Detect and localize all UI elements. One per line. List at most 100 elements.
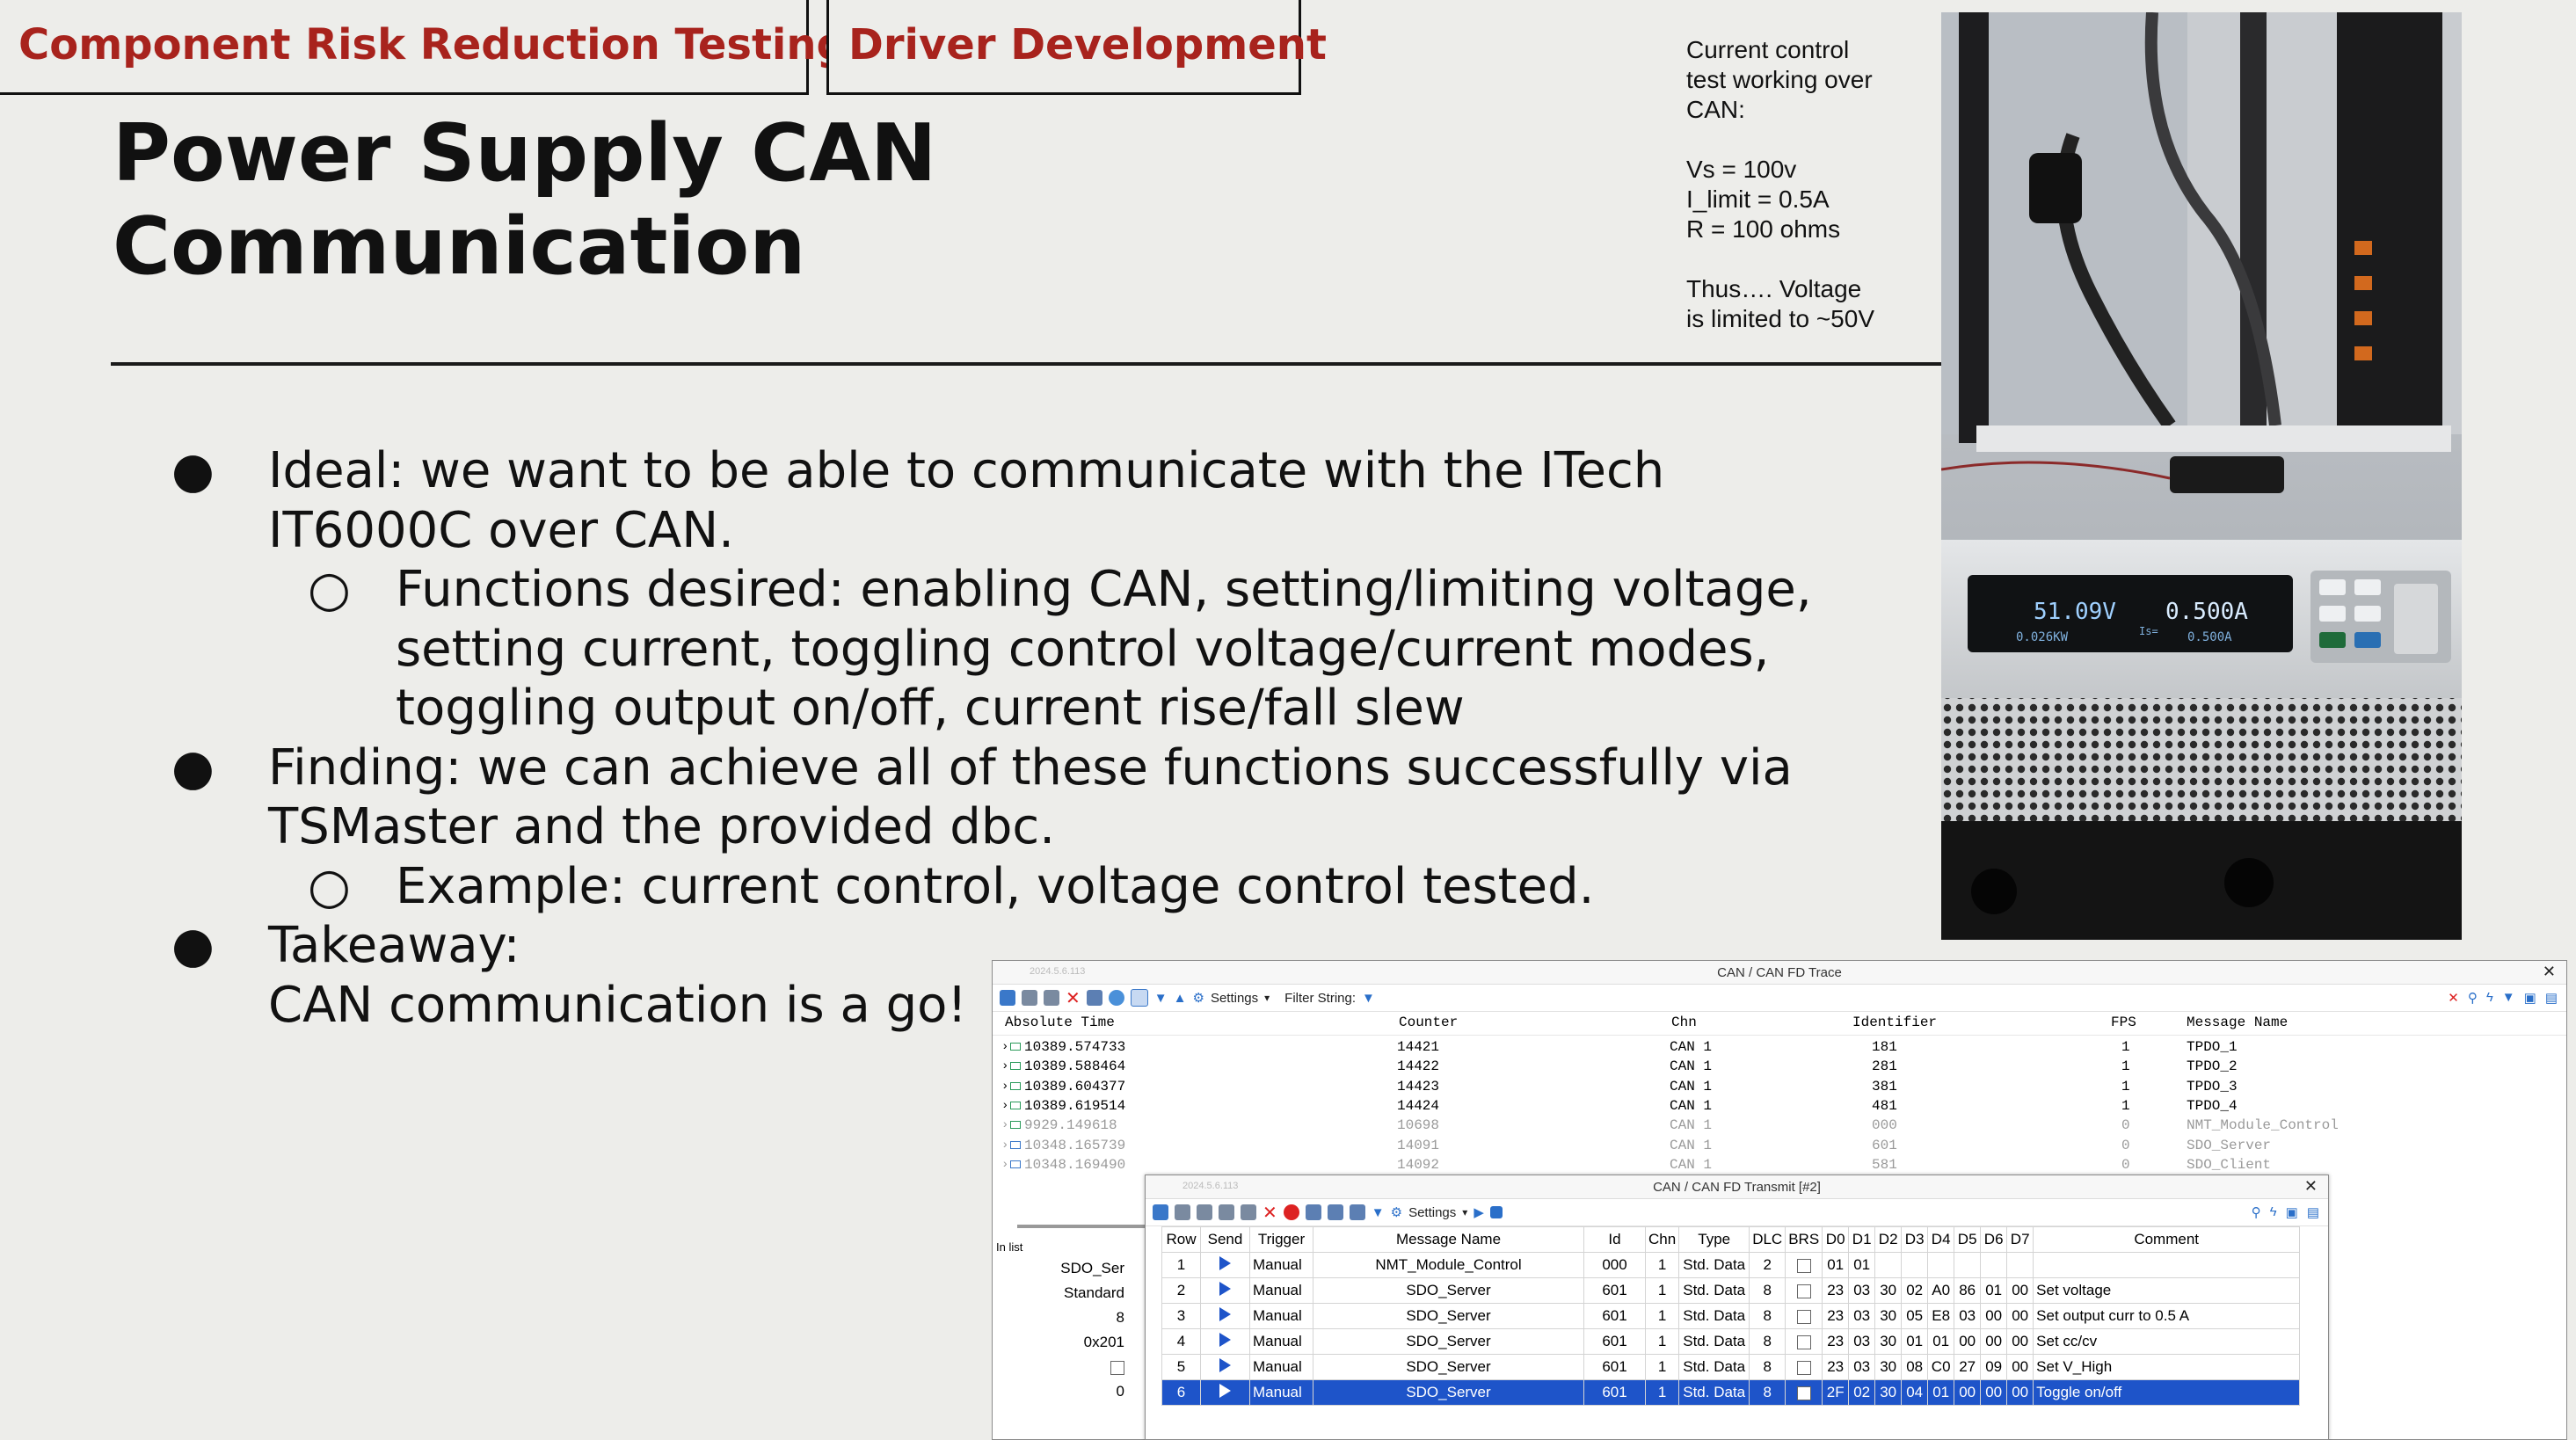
play-icon[interactable] <box>1219 1306 1231 1321</box>
cell-id[interactable]: 601 <box>1583 1354 1646 1380</box>
cell-chn[interactable]: 1 <box>1644 1328 1680 1355</box>
load-icon[interactable] <box>1327 1204 1343 1220</box>
cell-comment[interactable]: Set voltage <box>2033 1277 2301 1304</box>
cell-type[interactable]: Std. Data <box>1678 1328 1750 1355</box>
cell-dlc[interactable]: 2 <box>1749 1252 1786 1278</box>
play-icon[interactable] <box>1219 1383 1231 1398</box>
col-header[interactable]: D1 <box>1848 1226 1876 1253</box>
col-header[interactable]: Type <box>1678 1226 1750 1253</box>
cell-comment[interactable]: Set cc/cv <box>2033 1328 2301 1355</box>
down-arrow-icon[interactable]: ▼ <box>1154 991 1168 1006</box>
property-value[interactable] <box>993 1355 1142 1379</box>
send-button[interactable] <box>1200 1252 1250 1278</box>
cell-trigger[interactable]: Manual <box>1249 1303 1313 1329</box>
checkbox[interactable] <box>1796 1360 1811 1375</box>
cell-data-byte[interactable] <box>1954 1252 1982 1278</box>
cell-data-byte[interactable]: 00 <box>2006 1277 2034 1304</box>
cell-row[interactable]: 1 <box>1161 1252 1201 1278</box>
cell-chn[interactable]: 1 <box>1644 1277 1680 1304</box>
cell-data-byte[interactable]: 00 <box>2006 1354 2034 1380</box>
col-fps[interactable]: FPS <box>2111 1015 2136 1030</box>
property-checkbox[interactable] <box>1110 1360 1124 1375</box>
stop-all-icon[interactable] <box>1283 1204 1299 1220</box>
col-header[interactable]: BRS <box>1785 1226 1823 1253</box>
up-arrow-icon[interactable]: ▲ <box>1174 991 1187 1006</box>
col-absolute-time[interactable]: Absolute Time <box>1005 1015 1115 1030</box>
expand-chevron-icon[interactable]: › <box>1001 1096 1008 1116</box>
cell-data-byte[interactable]: 09 <box>1980 1354 2008 1380</box>
brs-checkbox[interactable] <box>1785 1379 1823 1406</box>
property-value[interactable]: SDO_Ser <box>993 1256 1142 1281</box>
cell-data-byte[interactable] <box>1980 1252 2008 1278</box>
expand-chevron-icon[interactable]: › <box>1001 1077 1008 1096</box>
cell-dlc[interactable]: 8 <box>1749 1303 1786 1329</box>
send-button[interactable] <box>1200 1354 1250 1380</box>
cell-data-byte[interactable]: E8 <box>1927 1303 1955 1329</box>
col-header[interactable]: Comment <box>2033 1226 2301 1253</box>
cell-data-byte[interactable]: 00 <box>2006 1379 2034 1406</box>
col-header[interactable]: Row <box>1161 1226 1201 1253</box>
clear-icon[interactable]: ✕ <box>1066 987 1081 1009</box>
cell-id[interactable]: 000 <box>1583 1252 1646 1278</box>
col-header[interactable]: Trigger <box>1249 1226 1313 1253</box>
paste-icon[interactable] <box>1219 1204 1234 1220</box>
cell-data-byte[interactable]: 01 <box>1901 1328 1929 1355</box>
cell-data-byte[interactable]: 23 <box>1822 1328 1850 1355</box>
view-icon[interactable] <box>1086 990 1102 1006</box>
cell-row[interactable]: 4 <box>1161 1328 1201 1355</box>
window-icon[interactable]: ▣ <box>2524 990 2536 1006</box>
cell-data-byte[interactable]: 05 <box>1901 1303 1929 1329</box>
table-row[interactable]: 3 Manual SDO_Server 601 1 Std. Data 8 23 03 30 05 E… <box>1161 1303 2301 1329</box>
cell-id[interactable]: 601 <box>1583 1379 1646 1406</box>
cell-data-byte[interactable]: 03 <box>1848 1354 1876 1380</box>
cell-data-byte[interactable] <box>1901 1252 1929 1278</box>
table-row[interactable]: 2 Manual SDO_Server 601 1 Std. Data 8 23 03 30 02 A… <box>1161 1277 2301 1304</box>
window-icon[interactable]: ▣ <box>2286 1204 2298 1220</box>
send-button[interactable] <box>1200 1379 1250 1406</box>
cell-type[interactable]: Std. Data <box>1678 1252 1750 1278</box>
dropdown-arrow-icon[interactable]: ▾ <box>1264 992 1270 1004</box>
cell-trigger[interactable]: Manual <box>1249 1354 1313 1380</box>
lightning-icon[interactable]: ϟ <box>2486 990 2493 1006</box>
cell-type[interactable]: Std. Data <box>1678 1303 1750 1329</box>
checkbox[interactable] <box>1796 1309 1811 1324</box>
cell-message-name[interactable]: SDO_Server <box>1313 1379 1584 1406</box>
cell-row[interactable]: 6 <box>1161 1379 1201 1406</box>
cell-data-byte[interactable]: 00 <box>1980 1303 2008 1329</box>
checkbox[interactable] <box>1796 1284 1811 1298</box>
col-chn[interactable]: Chn <box>1671 1015 1697 1030</box>
table-row[interactable]: › 10348.165739 14091 CAN 1 601 0 SDO_Server <box>993 1136 2558 1155</box>
cell-row[interactable]: 3 <box>1161 1303 1201 1329</box>
cell-message-name[interactable]: NMT_Module_Control <box>1313 1252 1584 1278</box>
cell-message-name[interactable]: SDO_Server <box>1313 1354 1584 1380</box>
cell-data-byte[interactable] <box>2006 1252 2034 1278</box>
expand-chevron-icon[interactable]: › <box>1001 1037 1008 1057</box>
table-row[interactable]: 4 Manual SDO_Server 601 1 Std. Data 8 23 03 30 01 0… <box>1161 1328 2301 1355</box>
add-icon[interactable] <box>1153 1204 1168 1220</box>
play-icon[interactable] <box>1219 1332 1231 1347</box>
col-header[interactable]: Message Name <box>1313 1226 1584 1253</box>
col-header[interactable]: DLC <box>1749 1226 1786 1253</box>
col-header[interactable]: D6 <box>1980 1226 2008 1253</box>
cell-data-byte[interactable]: 00 <box>1980 1328 2008 1355</box>
table-row[interactable]: › 10348.169490 14092 CAN 1 581 0 SDO_Client <box>993 1155 2558 1175</box>
save-icon[interactable] <box>1305 1204 1321 1220</box>
cell-dlc[interactable]: 8 <box>1749 1354 1786 1380</box>
copy-icon[interactable] <box>1197 1204 1212 1220</box>
cell-trigger[interactable]: Manual <box>1249 1277 1313 1304</box>
layout-icon[interactable]: ▤ <box>2545 990 2558 1006</box>
cell-trigger[interactable]: Manual <box>1249 1379 1313 1406</box>
cell-data-byte[interactable]: 02 <box>1901 1277 1929 1304</box>
brs-checkbox[interactable] <box>1785 1277 1823 1304</box>
gear-icon[interactable]: ⚙ <box>1192 990 1204 1006</box>
col-header[interactable]: D7 <box>2006 1226 2034 1253</box>
send-button[interactable] <box>1200 1303 1250 1329</box>
brs-checkbox[interactable] <box>1785 1303 1823 1329</box>
cell-type[interactable]: Std. Data <box>1678 1354 1750 1380</box>
cell-chn[interactable]: 1 <box>1644 1303 1680 1329</box>
cell-id[interactable]: 601 <box>1583 1277 1646 1304</box>
cell-data-byte[interactable]: 00 <box>1954 1379 1982 1406</box>
cell-data-byte[interactable]: 03 <box>1848 1328 1876 1355</box>
checkbox[interactable] <box>1796 1385 1811 1400</box>
filter-icon[interactable]: ▼ <box>1372 1205 1385 1220</box>
